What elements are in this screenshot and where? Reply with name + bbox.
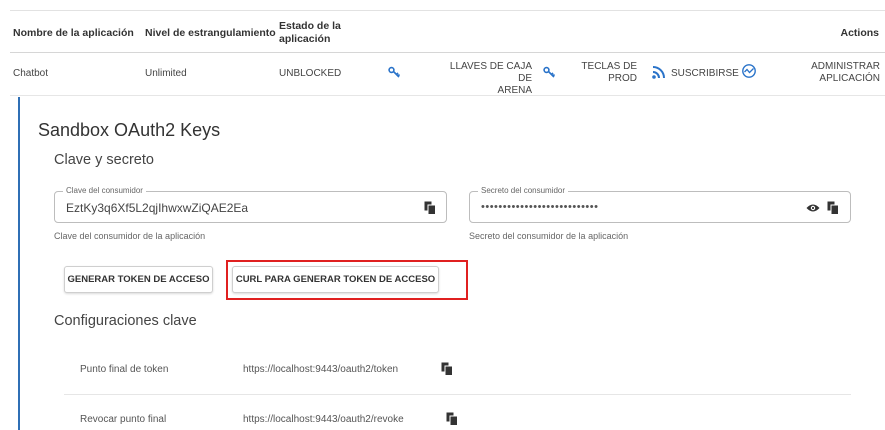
manage-app-line2: APLICACIÓN — [819, 73, 880, 84]
revoke-endpoint-url[interactable]: https://localhost:9443/oauth2/revoke — [243, 414, 404, 425]
copy-icon[interactable] — [441, 362, 453, 376]
sandbox-key-icon[interactable] — [387, 64, 403, 80]
prod-keys-link[interactable]: TECLAS DE PROD — [575, 61, 637, 85]
curl-token-button[interactable]: CURL PARA GENERAR TOKEN DE ACCESO — [232, 266, 439, 293]
sandbox-keys-link[interactable]: LLAVES DE CAJA DE ARENA — [440, 61, 532, 97]
row-throttle: Unlimited — [145, 68, 187, 79]
row-app-name[interactable]: Chatbot — [13, 68, 48, 80]
config-title: Configuraciones clave — [54, 313, 197, 329]
panel-title: Sandbox OAuth2 Keys — [38, 120, 221, 140]
copy-icon[interactable] — [446, 412, 458, 426]
header-divider — [10, 52, 885, 53]
revoke-endpoint-label: Revocar punto final — [80, 414, 167, 425]
panel-accent-border — [18, 97, 20, 430]
generate-token-button[interactable]: GENERAR TOKEN DE ACCESO — [64, 266, 213, 293]
consumer-key-legend: Clave del consumidor — [63, 185, 146, 197]
consumer-secret-value[interactable]: ••••••••••••••••••••••••••• — [481, 201, 598, 213]
consumer-secret-field[interactable]: Secreto del consumidor •••••••••••••••••… — [469, 185, 851, 223]
prod-keys-line2: PROD — [608, 73, 637, 84]
copy-icon[interactable] — [827, 201, 839, 215]
key-secret-title: Clave y secreto — [54, 152, 154, 168]
header-app-name[interactable]: Nombre de la aplicación — [13, 27, 134, 40]
consumer-key-value[interactable]: EztKy3q6Xf5L2qjIhwxwZiQAE2Ea — [66, 201, 248, 215]
subscribe-feed-icon[interactable] — [651, 64, 667, 80]
sandbox-keys-key-icon[interactable] — [542, 64, 558, 80]
consumer-secret-legend: Secreto del consumidor — [478, 185, 569, 197]
manage-app-icon[interactable] — [741, 63, 757, 79]
token-endpoint-url[interactable]: https://localhost:9443/oauth2/token — [243, 364, 398, 375]
manage-app-link[interactable]: ADMINISTRAR APLICACIÓN — [790, 61, 880, 85]
prod-keys-line1: TECLAS DE — [581, 61, 637, 72]
header-actions: Actions — [840, 27, 879, 39]
sandbox-keys-line1: LLAVES DE CAJA DE — [449, 61, 532, 84]
table-top-divider — [10, 10, 885, 11]
consumer-key-field[interactable]: Clave del consumidor EztKy3q6Xf5L2qjIhwx… — [54, 185, 447, 223]
manage-app-line1: ADMINISTRAR — [811, 61, 880, 72]
header-status-line2: aplicación — [279, 33, 331, 45]
row-status: UNBLOCKED — [279, 68, 342, 79]
header-status[interactable]: Estado de la aplicación — [279, 20, 341, 46]
eye-icon[interactable] — [806, 202, 820, 214]
endpoint-divider — [64, 394, 851, 395]
token-endpoint-label: Punto final de token — [80, 364, 169, 375]
header-status-line1: Estado de la — [279, 20, 341, 32]
subscribe-link[interactable]: SUSCRIBIRSE — [671, 68, 739, 80]
consumer-key-helper: Clave del consumidor de la aplicación — [54, 231, 206, 241]
copy-icon[interactable] — [424, 201, 436, 215]
consumer-secret-helper: Secreto del consumidor de la aplicación — [469, 231, 629, 241]
row-divider — [10, 95, 885, 96]
header-throttle[interactable]: Nivel de estrangulamiento — [145, 27, 276, 40]
